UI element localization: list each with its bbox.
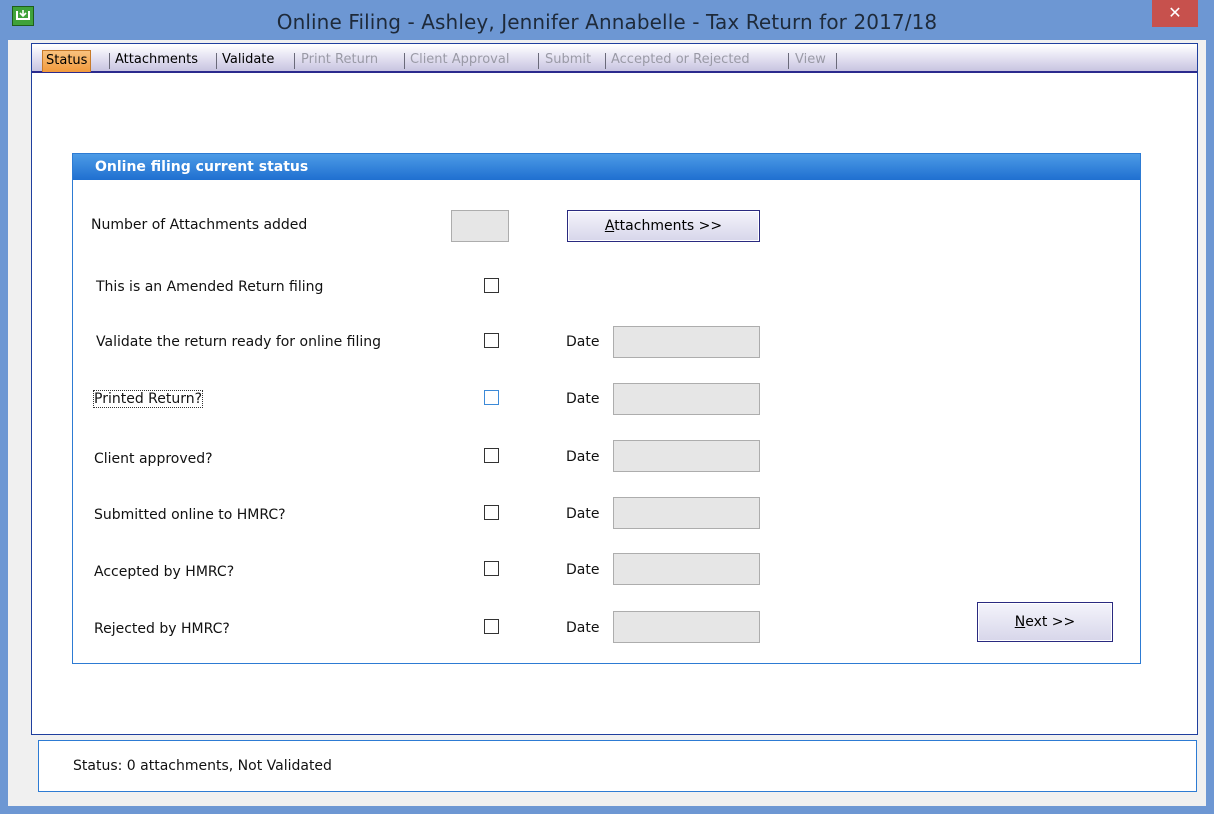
client-approved-date-field[interactable] [613,440,760,472]
rejected-checkbox[interactable] [484,619,499,634]
tab-separator [836,53,837,69]
submitted-label: Submitted online to HMRC? [94,507,286,523]
title-bar[interactable]: Online Filing - Ashley, Jennifer Annabel… [0,0,1214,40]
tab-submit[interactable]: Submit [542,50,594,72]
accepted-date-field[interactable] [613,553,760,585]
status-text: Status: 0 attachments, Not Validated [73,758,332,774]
amended-return-checkbox[interactable] [484,278,499,293]
window-title: Online Filing - Ashley, Jennifer Annabel… [276,10,938,34]
tab-view[interactable]: View [792,50,829,72]
attachments-button-accel: A [604,218,615,234]
tab-separator [788,53,789,69]
validate-label: Validate the return ready for online fil… [96,334,382,350]
tab-client-approval[interactable]: Client Approval [407,50,512,72]
amended-return-label: This is an Amended Return filing [96,279,324,295]
online-filing-window: Online Filing - Ashley, Jennifer Annabel… [0,0,1214,814]
tab-print-return[interactable]: Print Return [298,50,381,72]
tab-accepted-or-rejected[interactable]: Accepted or Rejected [608,50,753,72]
printed-return-date-label: Date [566,391,600,407]
status-bar: Status: 0 attachments, Not Validated [38,740,1197,792]
validate-date-label: Date [566,334,600,350]
submitted-checkbox[interactable] [484,505,499,520]
tab-strip: Status Attachments Validate Print Return… [32,45,1197,73]
tab-separator [605,53,606,69]
next-button[interactable]: Next >> [977,602,1113,642]
tab-separator [294,53,295,69]
client-approved-checkbox[interactable] [484,448,499,463]
submitted-date-field[interactable] [613,497,760,529]
rejected-label: Rejected by HMRC? [94,621,230,637]
accepted-checkbox[interactable] [484,561,499,576]
printed-return-label: Printed Return? [92,390,204,408]
client-approved-label: Client approved? [94,451,213,467]
next-button-accel: N [1014,614,1026,630]
printed-return-date-field[interactable] [613,383,760,415]
attachments-button-label: ttachments >> [614,218,723,234]
tab-separator [404,53,405,69]
printed-return-checkbox[interactable] [484,390,499,405]
attachments-count-label: Number of Attachments added [91,217,308,233]
client-approved-date-label: Date [566,449,600,465]
close-icon[interactable]: ✕ [1152,0,1198,27]
tab-separator [538,53,539,69]
rejected-date-field[interactable] [613,611,760,643]
tab-separator [216,53,217,69]
group-title: Online filing current status [73,154,1140,180]
accepted-date-label: Date [566,562,600,578]
attachments-count-field[interactable] [451,210,509,242]
tab-attachments[interactable]: Attachments [112,50,201,72]
next-button-label: ext >> [1025,614,1076,630]
attachments-button[interactable]: Attachments >> [567,210,760,242]
rejected-date-label: Date [566,620,600,636]
validate-checkbox[interactable] [484,333,499,348]
submitted-date-label: Date [566,506,600,522]
tab-separator [109,53,110,69]
validate-date-field[interactable] [613,326,760,358]
tab-validate[interactable]: Validate [219,50,277,72]
accepted-label: Accepted by HMRC? [94,564,235,580]
tab-status[interactable]: Status [42,50,92,72]
